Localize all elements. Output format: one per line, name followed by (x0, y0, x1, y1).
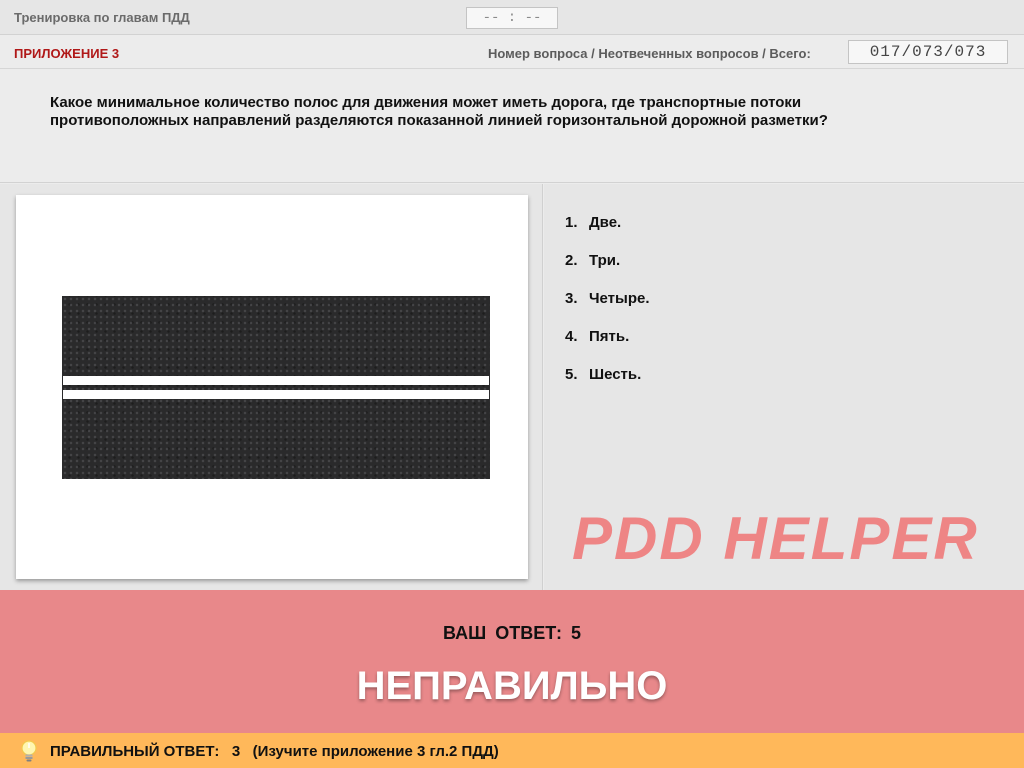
road-marking-line-1 (63, 376, 489, 385)
question-counter: 017/073/073 (848, 40, 1008, 64)
answer-text: Четыре. (589, 290, 650, 307)
your-answer: ВАШ ОТВЕТ: 5 (443, 623, 581, 643)
answer-option-2[interactable]: 2. Три. (565, 252, 620, 269)
correct-answer-text: ПРАВИЛЬНЫЙ ОТВЕТ: 3 (Изучите приложение … (50, 743, 499, 760)
question-counter-label: Номер вопроса / Неотвеченных вопросов / … (488, 46, 811, 61)
result-panel: ВАШ ОТВЕТ: 5 НЕПРАВИЛЬНО (0, 590, 1024, 733)
road-surface (62, 296, 490, 479)
answer-text: Две. (589, 214, 622, 231)
verdict: НЕПРАВИЛЬНО (356, 664, 668, 708)
lightbulb-icon (21, 740, 37, 762)
answer-text: Три. (589, 252, 621, 269)
timer-display: -- : -- (466, 7, 558, 29)
question-image (16, 195, 528, 579)
watermark: PDD HELPER (572, 505, 979, 572)
answer-number: 5. (565, 366, 578, 383)
answer-text: Шесть. (589, 366, 642, 383)
answer-option-3[interactable]: 3. Четыре. (565, 290, 650, 307)
answer-option-1[interactable]: 1. Две. (565, 214, 621, 231)
appendix-link[interactable]: ПРИЛОЖЕНИЕ 3 (14, 46, 119, 61)
answer-text: Пять. (589, 328, 630, 345)
answer-number: 2. (565, 252, 578, 269)
question-panel: Какое минимальное количество полос для д… (0, 70, 1024, 183)
question-image-area (0, 184, 543, 590)
answers-panel: 1. Две. 2. Три. 3. Четыре. 4. Пять. 5. Шесть.… (544, 184, 1024, 590)
answer-number: 4. (565, 328, 578, 345)
top-bar: Тренировка по главам ПДД -- : -- (0, 0, 1024, 35)
question-text: Какое минимальное количество полос для д… (50, 94, 828, 129)
answer-number: 1. (565, 214, 578, 231)
road-marking-line-2 (63, 390, 489, 399)
answer-number: 3. (565, 290, 578, 307)
answer-option-5[interactable]: 5. Шесть. (565, 366, 641, 383)
correct-answer-bar: ПРАВИЛЬНЫЙ ОТВЕТ: 3 (Изучите приложение … (0, 733, 1024, 768)
sub-header: ПРИЛОЖЕНИЕ 3 Номер вопроса / Неотвеченны… (0, 35, 1024, 69)
answer-option-4[interactable]: 4. Пять. (565, 328, 629, 345)
app-title: Тренировка по главам ПДД (14, 10, 190, 25)
